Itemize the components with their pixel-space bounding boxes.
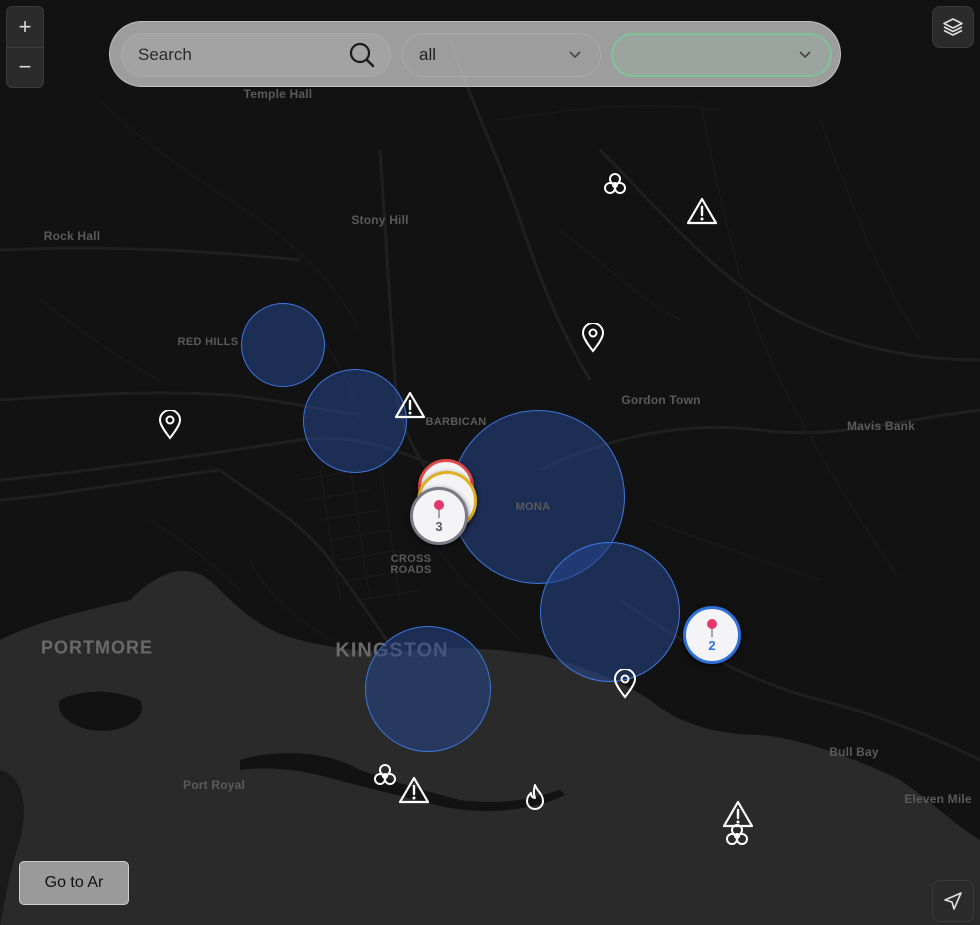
search-icon[interactable]: [348, 41, 376, 69]
warning-icon[interactable]: [394, 390, 426, 420]
biohazard-icon[interactable]: [370, 760, 400, 790]
map-canvas[interactable]: Temple Hall Stony Hill Rock Hall RED HIL…: [0, 0, 980, 925]
place-label-red-hills: RED HILLS: [177, 336, 239, 348]
place-label-stony-hill: Stony Hill: [351, 213, 409, 227]
marker-cluster[interactable]: 2: [683, 606, 741, 664]
map-pin-icon[interactable]: [580, 323, 606, 353]
place-label-mona: MONA: [515, 501, 551, 513]
place-label-mavis-bank: Mavis Bank: [846, 419, 916, 433]
chevron-down-icon: [799, 51, 811, 59]
location-arrow-icon: [944, 892, 962, 910]
locate-button[interactable]: [932, 880, 974, 922]
pushpin-icon: [434, 500, 444, 518]
fire-icon[interactable]: [523, 782, 547, 812]
place-label-rock-hall: Rock Hall: [43, 229, 101, 243]
place-label-port-royal: Port Royal: [182, 778, 246, 792]
search-input[interactable]: Search: [121, 33, 391, 77]
map-pin-icon[interactable]: [157, 410, 183, 440]
area-circle[interactable]: [365, 626, 491, 752]
warning-icon[interactable]: [398, 775, 430, 805]
cluster-count: 2: [708, 638, 716, 653]
zoom-in-button[interactable]: +: [7, 7, 43, 48]
place-label-bull-bay: Bull Bay: [829, 745, 879, 759]
layers-button[interactable]: [932, 6, 974, 48]
area-circle[interactable]: [241, 303, 325, 387]
place-label-cross-roads-2: ROADS: [390, 564, 432, 576]
place-label-gordon-town: Gordon Town: [621, 393, 701, 407]
map-pin-icon[interactable]: [612, 669, 638, 699]
type-filter-select[interactable]: all: [402, 33, 601, 77]
layers-icon: [943, 18, 963, 36]
area-circle[interactable]: [303, 369, 407, 473]
warning-icon[interactable]: [686, 196, 718, 226]
status-filter-select[interactable]: [611, 33, 832, 77]
search-placeholder: Search: [138, 45, 192, 64]
place-label-temple-hall: Temple Hall: [243, 87, 313, 101]
warning-icon[interactable]: [722, 799, 754, 829]
filter-bar: Search all: [109, 21, 841, 87]
place-label-portmore: PORTMORE: [40, 637, 154, 658]
zoom-control: + −: [6, 6, 44, 88]
zoom-out-button[interactable]: −: [7, 48, 43, 88]
area-circle[interactable]: [540, 542, 680, 682]
go-to-button[interactable]: Go to Ar: [19, 861, 129, 905]
cluster-count: 3: [435, 519, 443, 534]
pushpin-icon: [707, 619, 717, 637]
place-label-barbican: BARBICAN: [425, 416, 487, 428]
marker-cluster[interactable]: 3: [410, 487, 468, 545]
place-label-eleven-mile: Eleven Mile: [904, 792, 972, 806]
chevron-down-icon: [569, 51, 581, 59]
type-filter-value: all: [419, 45, 437, 64]
biohazard-icon[interactable]: [600, 169, 630, 199]
